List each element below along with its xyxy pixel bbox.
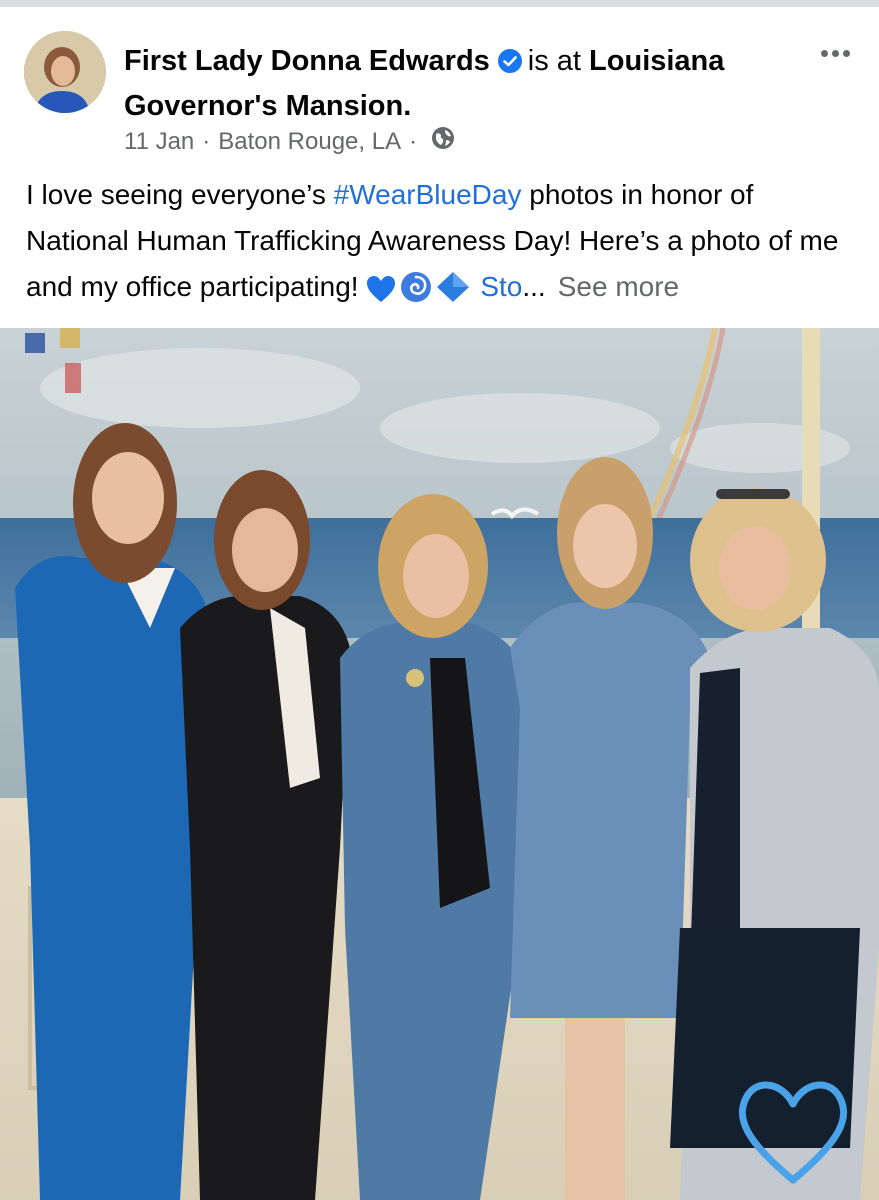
- profile-avatar[interactable]: [24, 31, 106, 113]
- post-city[interactable]: Baton Rouge, LA: [218, 128, 401, 156]
- blue-diamond-emoji: [436, 271, 470, 317]
- checkin-text: is at: [527, 45, 581, 77]
- post-photo[interactable]: [0, 328, 879, 1200]
- post-header: First Lady Donna Edwards is at Louisiana G…: [124, 40, 784, 127]
- avatar-portrait: [24, 31, 106, 113]
- post-meta: 11 Jan · Baton Rouge, LA ·: [124, 126, 455, 157]
- more-options-icon: [820, 49, 828, 57]
- globe-icon[interactable]: [431, 126, 455, 157]
- post-date[interactable]: 11 Jan: [124, 128, 194, 156]
- post-text: I love seeing everyone’s #WearBlueDay ph…: [26, 172, 861, 317]
- meta-separator: ·: [202, 127, 211, 155]
- group-photo: [0, 328, 879, 1200]
- meta-separator: ·: [409, 127, 418, 155]
- post-text-part1: I love seeing everyone’s: [26, 179, 334, 210]
- cyclone-emoji: [400, 271, 432, 317]
- see-more-link[interactable]: See more: [558, 271, 679, 302]
- truncation-ellipsis: ...: [522, 271, 546, 302]
- more-options-dot: [842, 49, 850, 57]
- top-divider: [0, 0, 879, 7]
- truncated-link[interactable]: Sto: [480, 271, 522, 302]
- more-options-dot: [831, 49, 839, 57]
- author-name[interactable]: First Lady Donna Edwards: [124, 45, 490, 77]
- hashtag-link[interactable]: #WearBlueDay: [334, 179, 522, 210]
- verified-badge-icon: [497, 43, 522, 85]
- blue-heart-emoji: [366, 271, 396, 317]
- more-options-button[interactable]: [815, 38, 855, 68]
